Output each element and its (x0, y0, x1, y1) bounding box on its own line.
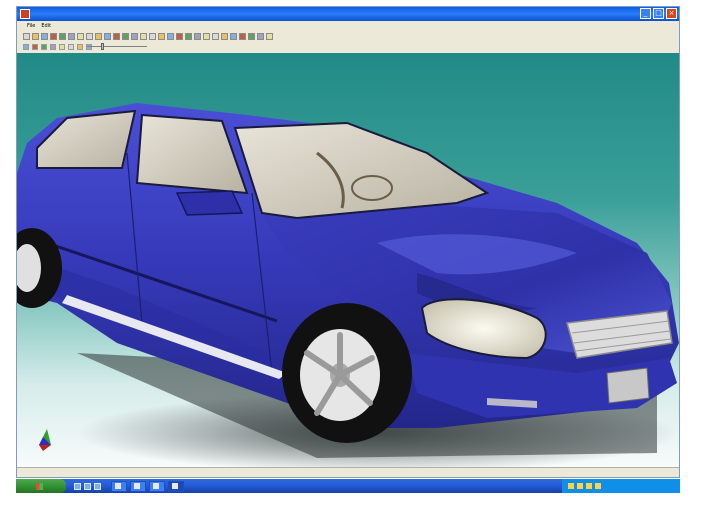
front-wheel (282, 303, 412, 443)
view-front-icon[interactable] (23, 43, 29, 50)
tray-icon-1[interactable] (568, 483, 574, 489)
wireframe-icon[interactable] (149, 32, 156, 40)
cut-icon[interactable] (77, 32, 84, 40)
app-window: _ □ × File Edit (16, 6, 680, 478)
menu-file[interactable]: File (27, 23, 35, 29)
menu-bar: File Edit (17, 21, 679, 30)
save-icon[interactable] (41, 32, 48, 40)
view-iso-icon[interactable] (50, 43, 56, 50)
task-list (111, 480, 184, 492)
grid-icon[interactable] (230, 32, 237, 40)
select-icon[interactable] (104, 32, 111, 40)
slider-track (87, 46, 147, 47)
view-toolbar (17, 42, 679, 51)
curve-icon[interactable] (203, 32, 210, 40)
pan-icon[interactable] (113, 32, 120, 40)
rotate-icon[interactable] (131, 32, 138, 40)
camera-icon[interactable] (167, 32, 174, 40)
print-icon[interactable] (50, 32, 57, 40)
measure-icon[interactable] (176, 32, 183, 40)
taskbar (16, 479, 680, 493)
side-mirror (175, 190, 244, 216)
light-icon[interactable] (158, 32, 165, 40)
render-icon[interactable] (257, 32, 264, 40)
new-icon[interactable] (23, 32, 30, 40)
3d-viewport[interactable] (17, 53, 679, 467)
task-button-3[interactable] (149, 480, 165, 492)
redo-icon[interactable] (68, 32, 75, 40)
system-tray (562, 479, 680, 493)
task-button-1[interactable] (111, 480, 127, 492)
main-toolbar (17, 31, 679, 41)
status-bar (17, 467, 679, 477)
task-icon (153, 483, 159, 489)
window-controls: _ □ × (640, 8, 677, 19)
app-icon (20, 9, 30, 19)
browser-icon[interactable] (74, 482, 81, 490)
view-side-icon[interactable] (41, 43, 47, 50)
line-icon[interactable] (185, 32, 192, 40)
axis-triad-icon (39, 429, 51, 451)
undo-icon[interactable] (59, 32, 66, 40)
surface-icon[interactable] (212, 32, 219, 40)
quick-launch (74, 482, 101, 490)
title-bar[interactable]: _ □ × (17, 7, 679, 21)
close-button[interactable]: × (666, 8, 677, 19)
media-icon[interactable] (94, 482, 101, 490)
paste-icon[interactable] (95, 32, 102, 40)
color-icon[interactable] (239, 32, 246, 40)
task-icon (172, 483, 178, 489)
zoom-icon[interactable] (122, 32, 129, 40)
circle-icon[interactable] (194, 32, 201, 40)
maximize-button[interactable]: □ (653, 8, 664, 19)
minimize-button[interactable]: _ (640, 8, 651, 19)
tray-icon-3[interactable] (586, 483, 592, 489)
point-icon[interactable] (221, 32, 228, 40)
zoom-out-icon[interactable] (77, 43, 83, 50)
zoom-box-icon[interactable] (68, 43, 74, 50)
view-top-icon[interactable] (32, 43, 38, 50)
menu-edit[interactable]: Edit (41, 23, 51, 29)
windows-logo-icon (36, 482, 43, 490)
tray-icon-4[interactable] (595, 483, 601, 489)
task-button-active[interactable] (168, 480, 184, 492)
copy-icon[interactable] (86, 32, 93, 40)
open-icon[interactable] (32, 32, 39, 40)
task-button-2[interactable] (130, 480, 146, 492)
task-icon (115, 483, 121, 489)
fit-icon[interactable] (59, 43, 65, 50)
tray-icon-2[interactable] (577, 483, 583, 489)
texture-icon[interactable] (248, 32, 255, 40)
start-button[interactable] (16, 479, 66, 493)
task-icon (134, 483, 140, 489)
settings-icon[interactable] (266, 32, 273, 40)
shade-icon[interactable] (140, 32, 147, 40)
desktop-icon[interactable] (84, 482, 91, 490)
slider-thumb[interactable] (101, 43, 104, 50)
car-render (17, 103, 679, 467)
